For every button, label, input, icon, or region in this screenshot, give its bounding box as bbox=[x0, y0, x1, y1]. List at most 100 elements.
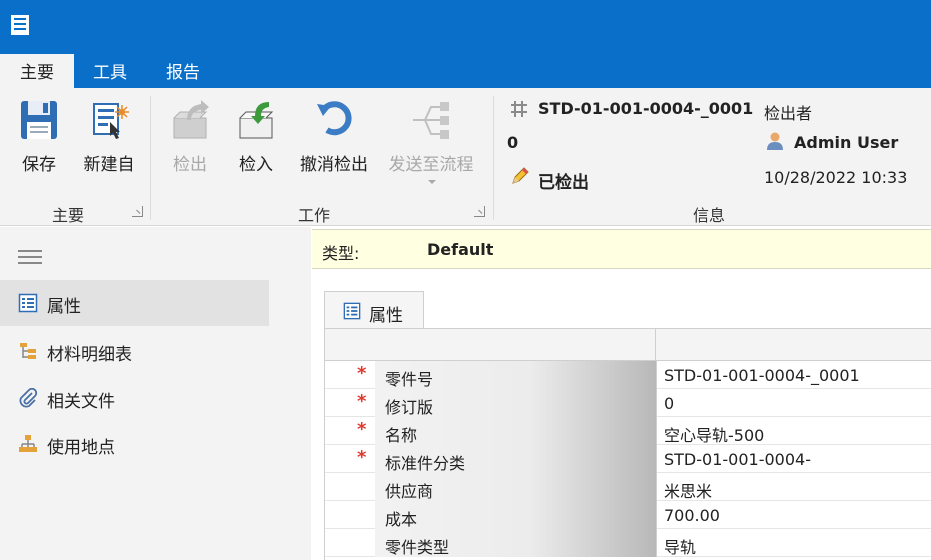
property-label: 零件号 bbox=[385, 370, 434, 389]
type-bar: 类型: Default bbox=[312, 229, 931, 269]
properties-icon bbox=[343, 302, 361, 320]
new-from-button[interactable]: 新建自 bbox=[78, 94, 140, 184]
save-icon bbox=[21, 101, 57, 139]
ribbon-tabs: 主要 工具 报告 bbox=[0, 54, 931, 88]
property-value-cell[interactable]: 导轨 bbox=[656, 529, 931, 557]
check-out-icon bbox=[173, 100, 209, 139]
property-value-cell[interactable]: 0 bbox=[656, 389, 931, 417]
group-label-work: 工作 bbox=[298, 206, 331, 225]
property-label-cell: 名称 bbox=[375, 417, 656, 445]
sidebar-item-label: 相关文件 bbox=[47, 392, 115, 412]
property-grid: * 零件号 STD-01-001-0004-_0001 * 修订版 0 * 名称… bbox=[324, 328, 931, 560]
property-value: STD-01-001-0004- bbox=[664, 450, 811, 469]
part-number-text: STD-01-001-0004-_0001 bbox=[538, 99, 754, 118]
undo-check-out-button-label: 撤消检出 bbox=[300, 155, 368, 175]
title-bar bbox=[0, 0, 931, 54]
property-value: 空心导轨-500 bbox=[664, 426, 765, 445]
check-in-button-label: 检入 bbox=[239, 155, 273, 175]
property-label-cell: 零件类型 bbox=[375, 529, 656, 557]
sidebar: 属性 材料明细表 相关文件 使用地点 bbox=[0, 227, 311, 560]
property-label-cell: 供应商 bbox=[375, 473, 656, 501]
column-divider[interactable] bbox=[655, 329, 656, 361]
checked-out-user: Admin User bbox=[794, 133, 899, 152]
attachment-icon bbox=[19, 388, 38, 408]
property-label: 零件类型 bbox=[385, 538, 450, 557]
property-label: 名称 bbox=[385, 426, 418, 445]
check-in-button[interactable]: 检入 bbox=[226, 94, 286, 184]
property-label: 修订版 bbox=[385, 398, 434, 417]
property-value: 导轨 bbox=[664, 538, 697, 557]
group-divider bbox=[150, 96, 151, 220]
tab-properties[interactable]: 属性 bbox=[324, 291, 424, 329]
ribbon: 保存 新建自 主要 检出 检入 撤消检出 发送至流程 工作 STD-01-001… bbox=[0, 88, 931, 226]
property-value: STD-01-001-0004-_0001 bbox=[664, 366, 860, 385]
property-label-cell: 成本 bbox=[375, 501, 656, 529]
group-divider bbox=[493, 96, 494, 220]
undo-check-out-icon bbox=[317, 101, 352, 136]
part-revision-text: 0 bbox=[507, 133, 519, 152]
table-row: 成本 700.00 bbox=[325, 501, 931, 529]
check-in-icon bbox=[239, 102, 274, 139]
property-value-cell[interactable]: 700.00 bbox=[656, 501, 931, 529]
tab-main[interactable]: 主要 bbox=[0, 54, 74, 88]
sidebar-item-bom[interactable]: 材料明细表 bbox=[0, 328, 269, 374]
sidebar-item-label: 属性 bbox=[47, 297, 81, 317]
table-row: 零件类型 导轨 bbox=[325, 529, 931, 557]
required-icon: * bbox=[357, 363, 367, 384]
property-label: 标准件分类 bbox=[385, 454, 466, 473]
table-row: * 零件号 STD-01-001-0004-_0001 bbox=[325, 361, 931, 389]
where-used-icon bbox=[19, 435, 37, 452]
work-group-launcher-icon[interactable] bbox=[474, 206, 485, 217]
main-group-launcher-icon[interactable] bbox=[132, 206, 143, 217]
check-status-text: 已检出 bbox=[538, 173, 589, 193]
bom-icon bbox=[20, 343, 36, 359]
property-value-cell[interactable]: 米思米 bbox=[656, 473, 931, 501]
type-value: Default bbox=[427, 240, 494, 259]
table-row: * 标准件分类 STD-01-001-0004- bbox=[325, 445, 931, 473]
sidebar-item-label: 使用地点 bbox=[47, 438, 115, 458]
chevron-down-icon bbox=[428, 180, 436, 184]
new-from-button-label: 新建自 bbox=[83, 155, 135, 175]
send-to-workflow-button[interactable]: 发送至流程 bbox=[384, 94, 478, 184]
property-label: 供应商 bbox=[385, 482, 434, 501]
group-label-info: 信息 bbox=[693, 206, 726, 225]
checked-out-datetime: 10/28/2022 10:33 bbox=[764, 168, 908, 187]
table-row: 供应商 米思米 bbox=[325, 473, 931, 501]
save-button-label: 保存 bbox=[22, 155, 56, 175]
property-value-cell[interactable]: 空心导轨-500 bbox=[656, 417, 931, 445]
sidebar-item-related-files[interactable]: 相关文件 bbox=[0, 375, 269, 421]
new-from-icon bbox=[93, 103, 129, 139]
type-label: 类型: bbox=[322, 244, 360, 263]
undo-check-out-button[interactable]: 撤消检出 bbox=[294, 94, 374, 184]
workflow-icon bbox=[413, 102, 449, 139]
hamburger-menu-icon[interactable] bbox=[18, 250, 42, 264]
sidebar-item-properties[interactable]: 属性 bbox=[0, 280, 269, 326]
required-icon: * bbox=[357, 419, 367, 440]
sidebar-item-label: 材料明细表 bbox=[47, 345, 132, 365]
required-icon: * bbox=[357, 447, 367, 468]
pencil-icon bbox=[512, 167, 529, 184]
part-number-icon bbox=[511, 101, 527, 117]
save-button[interactable]: 保存 bbox=[10, 94, 68, 184]
sidebar-item-where-used[interactable]: 使用地点 bbox=[0, 421, 269, 467]
property-value-cell[interactable]: STD-01-001-0004-_0001 bbox=[656, 361, 931, 389]
property-label-cell: 标准件分类 bbox=[375, 445, 656, 473]
property-label-cell: 修订版 bbox=[375, 389, 656, 417]
required-icon: * bbox=[357, 391, 367, 412]
property-value: 米思米 bbox=[664, 482, 713, 501]
tab-label: 属性 bbox=[369, 306, 403, 326]
property-value: 0 bbox=[664, 394, 675, 413]
user-icon bbox=[767, 132, 783, 150]
check-out-button-label: 检出 bbox=[173, 155, 207, 175]
property-label: 成本 bbox=[385, 510, 418, 529]
property-value: 700.00 bbox=[664, 506, 720, 525]
check-out-button[interactable]: 检出 bbox=[160, 94, 220, 184]
property-label-cell: 零件号 bbox=[375, 361, 656, 389]
group-label-main: 主要 bbox=[52, 206, 85, 225]
tab-tools[interactable]: 工具 bbox=[74, 54, 146, 88]
property-value-cell[interactable]: STD-01-001-0004- bbox=[656, 445, 931, 473]
properties-icon bbox=[18, 293, 38, 313]
send-to-workflow-button-label: 发送至流程 bbox=[388, 155, 474, 175]
app-icon[interactable] bbox=[10, 14, 30, 36]
tab-reports[interactable]: 报告 bbox=[146, 54, 220, 88]
